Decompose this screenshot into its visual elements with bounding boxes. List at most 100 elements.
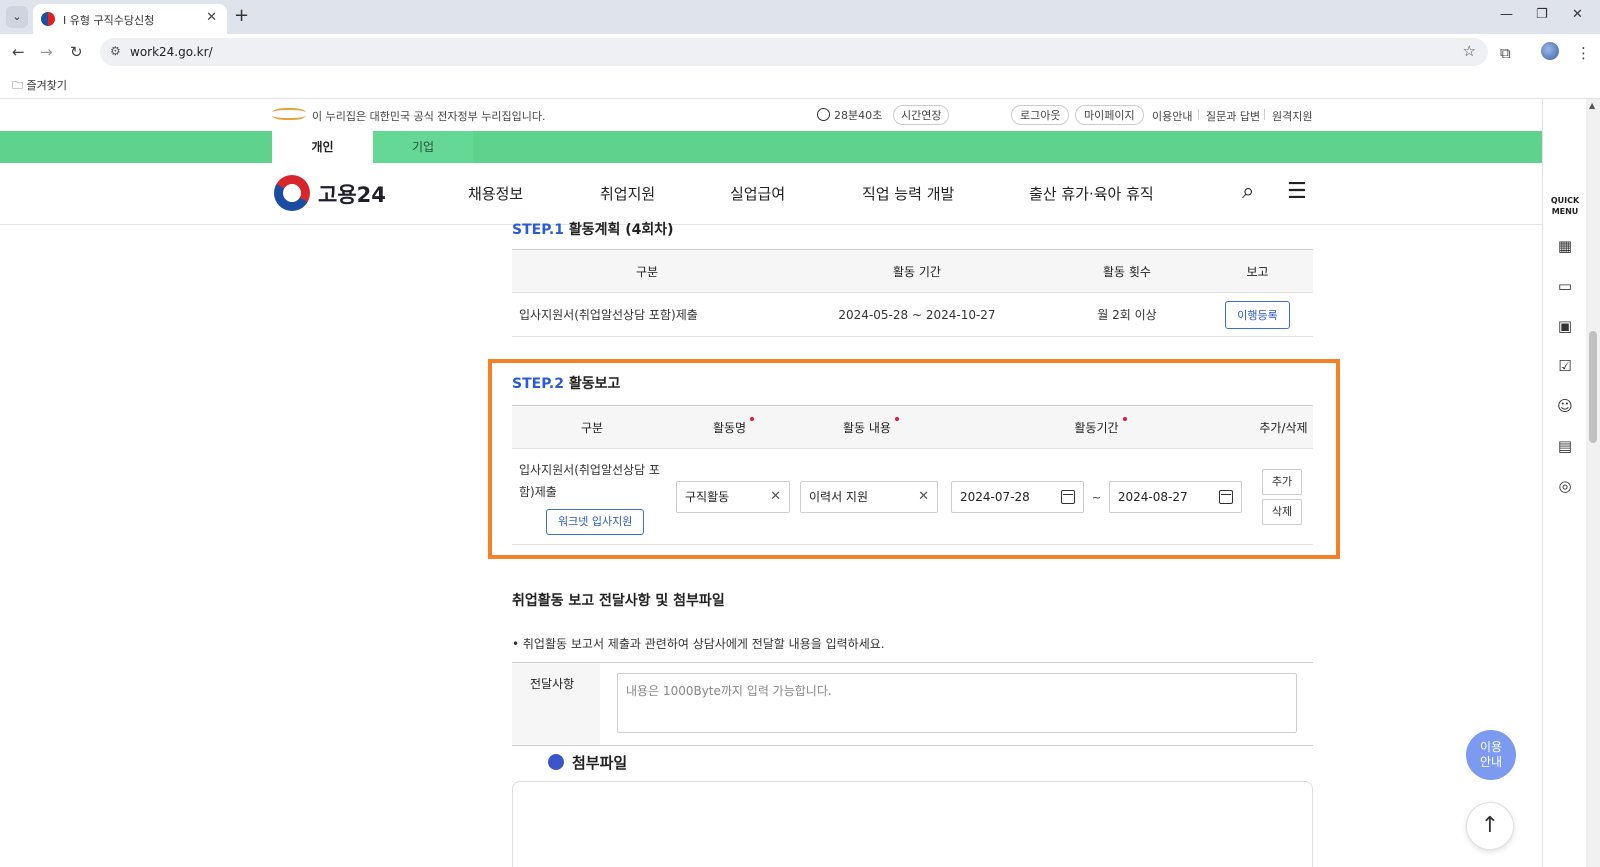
nav-employment-support[interactable]: 취업지원: [600, 183, 655, 204]
nav-job-info[interactable]: 채용정보: [468, 183, 523, 204]
step2-title: 활동보고: [568, 376, 621, 392]
start-date-value: 2024-07-28: [960, 489, 1030, 504]
column-header-activity-period: 활동기간: [947, 405, 1254, 449]
bookmark-star-icon[interactable]: ☆: [1463, 42, 1476, 60]
date-range-separator: ~: [1091, 490, 1102, 504]
add-row-button[interactable]: 추가: [1262, 468, 1302, 495]
activity-content-value: 이력서 지원: [809, 489, 869, 504]
coin-icon[interactable]: ◎: [1555, 477, 1575, 497]
taegeuk-logo-icon[interactable]: [274, 175, 310, 211]
start-date-field[interactable]: 2024-07-28: [951, 480, 1084, 513]
search-icon[interactable]: ⌕: [1242, 179, 1254, 204]
omnibox[interactable]: ⚙ work24.go.kr/ ☆: [100, 38, 1488, 66]
browser-tabbar: ⌄ I 유형 구직수당신청 ✕ + — ❐ ✕: [0, 0, 1600, 34]
tab-personal[interactable]: 개인: [272, 131, 373, 163]
clear-icon[interactable]: ✕: [770, 482, 781, 512]
message-label: 전달사항: [512, 663, 600, 745]
divider: [1264, 109, 1265, 120]
message-textarea[interactable]: [617, 673, 1297, 733]
attachment-icon: [548, 754, 564, 770]
end-date-value: 2024-08-27: [1117, 489, 1188, 504]
column-header-label: 활동명: [712, 420, 747, 435]
tab-search-icon[interactable]: ⌄: [6, 6, 28, 28]
hamburger-menu-icon[interactable]: ☰: [1287, 179, 1307, 204]
user-type-bar: 개인 기업: [0, 131, 1542, 163]
plan-category: 입사지원서(취업알선상담 포함)제출: [512, 292, 782, 337]
table-row: 입사지원서(취업알선상담 포함)제출 2024-05-28 ~ 2024-10-…: [512, 292, 1313, 337]
plan-period: 2024-05-28 ~ 2024-10-27: [782, 292, 1052, 337]
extend-session-button[interactable]: 시간연장: [893, 105, 950, 125]
step2-label: STEP.2: [512, 376, 564, 392]
column-header-label: 활동기간: [1074, 420, 1119, 435]
calendar-icon[interactable]: [1061, 489, 1075, 504]
step1-heading: STEP.1 활동계획 (4회차): [512, 219, 674, 239]
main-navigation: 고용24 채용정보 취업지원 실업급여 직업 능력 개발 출산 휴가·육아 휴직…: [0, 163, 1542, 225]
logout-button[interactable]: 로그아웃: [1011, 105, 1070, 125]
activity-plan-table: 구분 활동 기간 활동 횟수 보고 입사지원서(취업알선상담 포함)제출 202…: [512, 249, 1313, 337]
qna-link[interactable]: 질문과 답변: [1206, 108, 1260, 124]
back-icon[interactable]: ←: [12, 43, 25, 61]
scrollbar-thumb[interactable]: [1589, 331, 1597, 443]
required-dot-icon: [894, 416, 899, 421]
end-date-field[interactable]: 2024-08-27: [1108, 480, 1242, 513]
calculator-icon[interactable]: ▤: [1555, 437, 1575, 457]
chat-icon[interactable]: ▭: [1555, 277, 1575, 297]
smile-icon[interactable]: ☺: [1555, 397, 1575, 417]
minimize-icon[interactable]: —: [1500, 7, 1513, 22]
nav-parental-leave[interactable]: 출산 휴가·육아 휴직: [1029, 183, 1154, 204]
browser-tab[interactable]: I 유형 구직수당신청 ✕: [33, 4, 227, 34]
scrollbar[interactable]: ▲: [1586, 99, 1600, 867]
timer-text: 28분40초: [834, 109, 883, 122]
checklist-icon[interactable]: ☑: [1555, 357, 1575, 377]
site-info-icon[interactable]: ⚙: [110, 44, 121, 58]
plan-count: 월 2회 이상: [1052, 292, 1202, 337]
bookmarks-bar: 🗀 즐겨찾기: [0, 70, 1600, 99]
activity-name-field[interactable]: 구직활동 ✕: [676, 480, 790, 513]
column-header: 활동 기간: [782, 249, 1052, 293]
tab-close-icon[interactable]: ✕: [206, 10, 217, 25]
scroll-top-button[interactable]: ↑: [1466, 802, 1514, 850]
bookmark-folder[interactable]: 🗀 즐겨찾기: [12, 77, 67, 96]
site-logo-text[interactable]: 고용24: [318, 179, 386, 209]
new-tab-icon[interactable]: +: [234, 5, 249, 26]
browser-menu-icon[interactable]: ⋮: [1576, 44, 1591, 62]
calendar-icon[interactable]: [1218, 489, 1233, 504]
attachment-panel: [512, 781, 1313, 867]
tab-company[interactable]: 기업: [373, 131, 473, 163]
worknet-apply-button[interactable]: 워크넷 입사지원: [546, 508, 645, 535]
table-header-row: 구분 활동명 활동 내용 활동기간 추가/삭제: [512, 405, 1313, 449]
column-header: 추가/삭제: [1254, 405, 1313, 449]
usage-guide-float-button[interactable]: 이용 안내: [1466, 730, 1516, 780]
column-header: 구분: [512, 405, 672, 449]
building-icon[interactable]: ▦: [1555, 237, 1575, 257]
remote-support-link[interactable]: 원격지원: [1272, 108, 1312, 124]
usage-guide-link[interactable]: 이용안내: [1152, 108, 1192, 124]
activity-name-value: 구직활동: [685, 489, 730, 504]
clear-icon[interactable]: ✕: [918, 482, 929, 512]
divider: [1198, 109, 1199, 120]
activity-content-field[interactable]: 이력서 지원 ✕: [800, 480, 938, 513]
gov-notice: 이 누리집은 대한민국 공식 전자정부 누리집입니다.: [312, 110, 546, 123]
delete-row-button[interactable]: 삭제: [1262, 498, 1302, 525]
monitor-icon[interactable]: ▣: [1555, 317, 1575, 337]
float-help-label: 이용 안내: [1479, 740, 1503, 769]
reload-icon[interactable]: ↻: [70, 43, 83, 61]
extensions-icon[interactable]: ⧉: [1500, 44, 1511, 62]
arrow-up-icon: ↑: [1480, 813, 1500, 838]
profile-avatar[interactable]: [1541, 42, 1559, 60]
restore-icon[interactable]: ❐: [1536, 7, 1548, 22]
page-content: 이 누리집은 대한민국 공식 전자정부 누리집입니다. 28분40초 시간연장 …: [0, 99, 1542, 867]
register-button[interactable]: 이행등록: [1225, 300, 1290, 329]
nav-unemployment-benefit[interactable]: 실업급여: [730, 183, 785, 204]
scroll-up-icon[interactable]: ▲: [1589, 101, 1595, 110]
forward-icon[interactable]: →: [40, 43, 53, 61]
required-dot-icon: [1122, 416, 1127, 421]
url-text[interactable]: work24.go.kr/: [130, 45, 213, 59]
mypage-button[interactable]: 마이페이지: [1075, 105, 1144, 125]
window-close-icon[interactable]: ✕: [1572, 7, 1583, 22]
report-section-title: 취업활동 보고 전달사항 및 첨부파일: [512, 593, 725, 609]
nav-vocational-training[interactable]: 직업 능력 개발: [862, 183, 954, 204]
report-note: • 취업활동 보고서 제출과 관련하여 상담사에게 전달할 내용을 입력하세요.: [512, 637, 885, 651]
column-header: 보고: [1202, 249, 1313, 293]
required-dot-icon: [750, 416, 755, 421]
